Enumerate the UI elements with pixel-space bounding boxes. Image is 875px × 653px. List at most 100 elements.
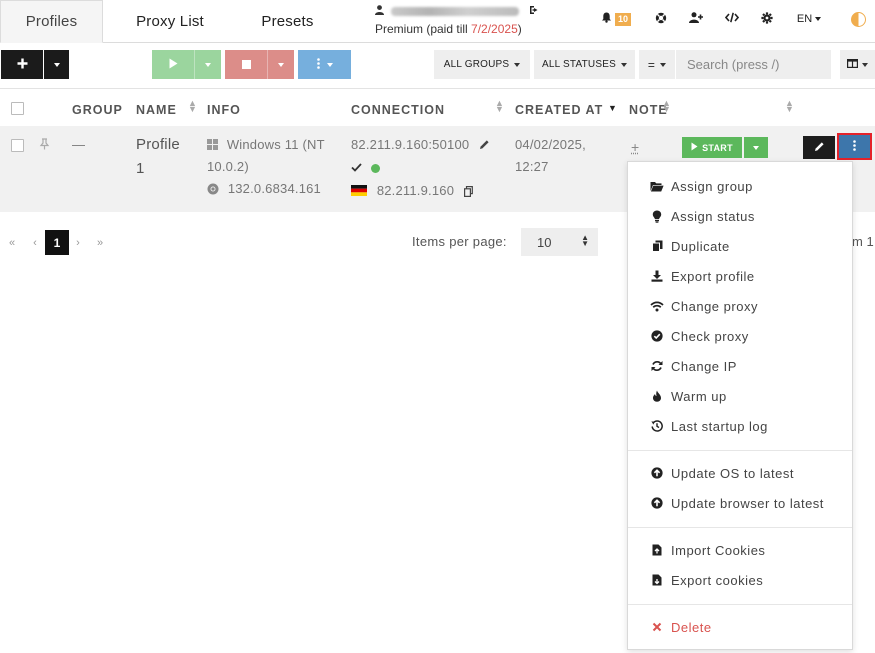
add-profile-dropdown-button[interactable] xyxy=(44,50,69,79)
play-icon xyxy=(169,58,178,72)
logout-icon[interactable] xyxy=(529,6,539,18)
chevron-down-icon xyxy=(278,62,284,67)
row-created-at: 04/02/2025, 12:27 xyxy=(515,137,586,174)
browser-version: 132.0.6834.161 xyxy=(227,181,321,196)
notifications-button[interactable]: 10 xyxy=(601,11,632,27)
search-operator-select[interactable]: = xyxy=(639,50,675,79)
tab-proxy-list[interactable]: Proxy List xyxy=(120,0,220,43)
subscription-status: Premium (paid till 7/2/2025) xyxy=(375,22,522,36)
menu-item-export-profile[interactable]: Export profile xyxy=(650,266,755,286)
group-filter[interactable]: ALL GROUPS xyxy=(434,50,530,79)
bell-icon xyxy=(601,12,612,26)
fire-icon xyxy=(650,389,664,403)
check-circle-icon xyxy=(650,329,664,343)
vertical-dots-icon xyxy=(316,57,320,72)
add-note-button[interactable]: + xyxy=(631,136,639,158)
column-header-group[interactable]: GROUP xyxy=(72,103,123,117)
pagination-range-text: m 1 xyxy=(852,234,874,249)
chevron-down-icon xyxy=(620,62,627,67)
edit-profile-button[interactable] xyxy=(803,136,835,159)
pagination-next[interactable]: › xyxy=(70,230,86,255)
profile-more-actions-button[interactable] xyxy=(837,133,872,160)
sort-desc-icon[interactable]: ▼ xyxy=(608,104,617,113)
sort-icon[interactable]: ▲ ▼ xyxy=(662,99,671,114)
bulk-stop-button[interactable] xyxy=(225,50,267,79)
settings-button[interactable] xyxy=(760,11,774,27)
add-profile-button[interactable] xyxy=(1,50,43,79)
chrome-icon xyxy=(207,181,228,196)
column-header-info: INFO xyxy=(207,103,241,117)
pagination-last[interactable]: » xyxy=(92,230,108,255)
bulk-more-button[interactable] xyxy=(298,50,351,79)
bulk-stop-dropdown-button[interactable] xyxy=(267,50,294,79)
menu-item-update-browser[interactable]: Update browser to latest xyxy=(650,493,824,513)
menu-item-last-startup-log[interactable]: Last startup log xyxy=(650,416,768,436)
lifebuoy-icon xyxy=(655,12,667,27)
tab-presets[interactable]: Presets xyxy=(245,0,330,43)
plus-icon xyxy=(17,58,28,72)
columns-toggle-button[interactable] xyxy=(840,50,875,79)
edit-proxy-icon[interactable] xyxy=(473,137,490,152)
row-profile-name[interactable]: Profile 1 xyxy=(136,133,180,181)
code-icon xyxy=(724,12,740,26)
api-button[interactable] xyxy=(724,11,740,27)
arrow-up-circle-icon xyxy=(650,466,664,480)
menu-item-assign-group[interactable]: Assign group xyxy=(650,176,753,196)
start-profile-dropdown-button[interactable] xyxy=(744,137,768,158)
chevron-down-icon xyxy=(514,62,521,67)
menu-item-assign-status[interactable]: Assign status xyxy=(650,206,755,226)
profile-actions-menu: Assign group Assign status Duplicate Exp… xyxy=(627,161,853,650)
chevron-down-icon xyxy=(660,62,667,67)
menu-item-export-cookies[interactable]: Export cookies xyxy=(650,570,763,590)
chevron-down-icon xyxy=(53,62,60,67)
menu-item-import-cookies[interactable]: Import Cookies xyxy=(650,540,765,560)
wifi-icon xyxy=(650,299,664,313)
menu-item-change-ip[interactable]: Change IP xyxy=(650,356,737,376)
support-button[interactable] xyxy=(654,11,668,27)
menu-item-duplicate[interactable]: Duplicate xyxy=(650,236,730,256)
items-per-page-select[interactable]: 10 ▲ ▼ xyxy=(521,228,598,256)
tab-profiles[interactable]: Profiles xyxy=(0,0,103,43)
chevron-down-icon xyxy=(205,62,211,67)
theme-toggle[interactable] xyxy=(850,11,866,27)
pin-icon[interactable] xyxy=(39,138,50,153)
file-export-icon xyxy=(650,573,664,587)
select-all-checkbox[interactable] xyxy=(11,102,24,115)
menu-item-change-proxy[interactable]: Change proxy xyxy=(650,296,758,316)
column-header-connection[interactable]: CONNECTION xyxy=(351,103,445,117)
check-icon xyxy=(351,157,362,179)
bulk-start-dropdown-button[interactable] xyxy=(194,50,221,79)
start-profile-button[interactable]: START xyxy=(682,137,742,158)
column-header-created-at[interactable]: CREATED AT xyxy=(515,103,603,117)
menu-item-warm-up[interactable]: Warm up xyxy=(650,386,727,406)
add-user-button[interactable] xyxy=(688,11,704,27)
bulk-start-button[interactable] xyxy=(152,50,194,79)
gear-icon xyxy=(761,11,773,27)
sort-icon[interactable]: ▲ ▼ xyxy=(188,99,197,114)
menu-item-delete[interactable]: Delete xyxy=(650,617,712,637)
status-filter[interactable]: ALL STATUSES xyxy=(534,50,635,79)
pagination-prev[interactable]: ‹ xyxy=(27,230,43,255)
sort-icon[interactable]: ▲ ▼ xyxy=(785,99,794,114)
language-selector[interactable]: EN xyxy=(796,11,822,27)
chevron-down-icon xyxy=(326,62,333,67)
chevron-down-icon xyxy=(862,62,868,67)
menu-item-check-proxy[interactable]: Check proxy xyxy=(650,326,749,346)
add-user-icon xyxy=(689,12,703,26)
column-header-name[interactable]: NAME xyxy=(136,103,177,117)
columns-icon xyxy=(847,58,859,71)
copy-icon xyxy=(650,239,664,253)
menu-item-update-os[interactable]: Update OS to latest xyxy=(650,463,794,483)
sort-icon[interactable]: ▲ ▼ xyxy=(495,99,504,114)
menu-divider xyxy=(628,450,852,451)
menu-divider xyxy=(628,527,852,528)
row-group: — xyxy=(72,137,86,152)
proxy-address: 82.211.9.160:50100 xyxy=(351,137,470,152)
search-input[interactable]: Search (press /) xyxy=(676,50,831,79)
pagination-first[interactable]: « xyxy=(4,230,20,255)
copy-icon[interactable] xyxy=(458,183,473,198)
pagination-current-page[interactable]: 1 xyxy=(45,230,69,255)
table-header: GROUP NAME ▲ ▼ INFO CONNECTION ▲ ▼ CREATED… xyxy=(0,88,875,126)
history-icon xyxy=(650,419,664,433)
row-checkbox[interactable] xyxy=(11,139,24,152)
